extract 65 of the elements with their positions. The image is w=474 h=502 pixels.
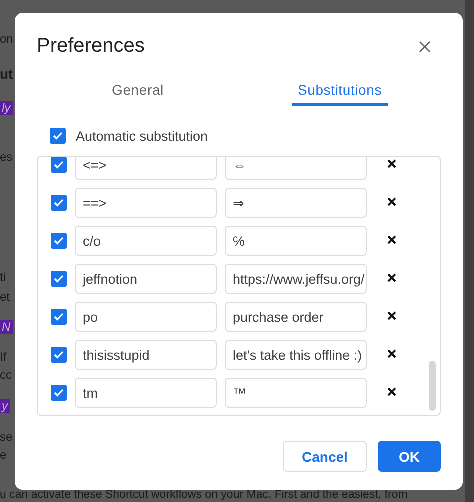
- checkmark-icon: [54, 237, 64, 245]
- background-text: ly: [0, 101, 13, 115]
- delete-icon: [387, 235, 397, 245]
- delete-icon: [387, 159, 397, 169]
- background-text: cc: [0, 368, 12, 382]
- checkbox[interactable]: [51, 233, 67, 249]
- background-text: ti: [0, 270, 6, 284]
- tab[interactable]: General: [37, 76, 239, 112]
- checkmark-icon: [53, 132, 63, 140]
- delete-button[interactable]: [387, 273, 399, 285]
- with-field[interactable]: ™: [225, 378, 367, 408]
- with-field[interactable]: https://www.jeffsu.org/: [225, 264, 367, 294]
- delete-button[interactable]: [387, 311, 399, 323]
- with-field[interactable]: ⇔: [225, 157, 367, 180]
- checkbox[interactable]: [51, 309, 67, 325]
- with-field[interactable]: purchase order: [225, 302, 367, 332]
- replace-field[interactable]: <=>: [75, 157, 217, 180]
- checkbox[interactable]: [51, 347, 67, 363]
- tab[interactable]: Substitutions: [239, 76, 441, 112]
- checkbox[interactable]: [51, 157, 67, 173]
- delete-icon: [387, 387, 397, 397]
- checkmark-icon: [54, 199, 64, 207]
- with-field[interactable]: ⇒: [225, 188, 367, 218]
- delete-icon: [387, 349, 397, 359]
- background-text: ut: [0, 66, 14, 82]
- checkmark-icon: [54, 313, 64, 321]
- with-field[interactable]: ℅: [225, 226, 367, 256]
- background-text: u can activate these Shortcut workflows on your Mac. First and the easiest, from: [0, 489, 408, 501]
- delete-button[interactable]: [387, 159, 399, 171]
- with-field[interactable]: let's take this offline :): [225, 340, 367, 370]
- close-icon: [419, 40, 431, 52]
- background-text: et: [0, 290, 10, 304]
- checkbox-label: Automatic substitution: [76, 128, 208, 144]
- checkbox[interactable]: [51, 271, 67, 287]
- background-text: N: [0, 320, 13, 334]
- ok-button[interactable]: OK: [378, 441, 441, 472]
- delete-button[interactable]: [387, 349, 399, 361]
- replace-field[interactable]: tm: [75, 378, 217, 408]
- checkmark-icon: [54, 275, 64, 283]
- background-text: e: [0, 448, 7, 462]
- delete-icon: [387, 273, 397, 283]
- scrollbar[interactable]: [429, 361, 436, 411]
- dialog-title: Preferences: [37, 35, 145, 58]
- replace-field[interactable]: thisisstupid: [75, 340, 217, 370]
- background-text: y: [0, 399, 10, 413]
- checkmark-icon: [54, 351, 64, 359]
- delete-icon: [387, 197, 397, 207]
- delete-button[interactable]: [387, 387, 399, 399]
- background-text: se: [0, 430, 13, 444]
- replace-field[interactable]: c/o: [75, 226, 217, 256]
- background-text: If: [0, 350, 7, 364]
- cancel-button[interactable]: Cancel: [283, 441, 367, 472]
- checkmark-icon: [54, 389, 64, 397]
- replace-field[interactable]: ==>: [75, 188, 217, 218]
- checkmark-icon: [54, 161, 64, 169]
- replace-field[interactable]: jeffnotion: [75, 264, 217, 294]
- delete-icon: [387, 311, 397, 321]
- checkbox[interactable]: [51, 385, 67, 401]
- checkbox[interactable]: [51, 195, 67, 211]
- checkbox[interactable]: [50, 128, 66, 144]
- replace-field[interactable]: po: [75, 302, 217, 332]
- background-text: es: [0, 150, 13, 164]
- background-text: on: [0, 32, 14, 46]
- delete-button[interactable]: [387, 197, 399, 209]
- delete-button[interactable]: [387, 235, 399, 247]
